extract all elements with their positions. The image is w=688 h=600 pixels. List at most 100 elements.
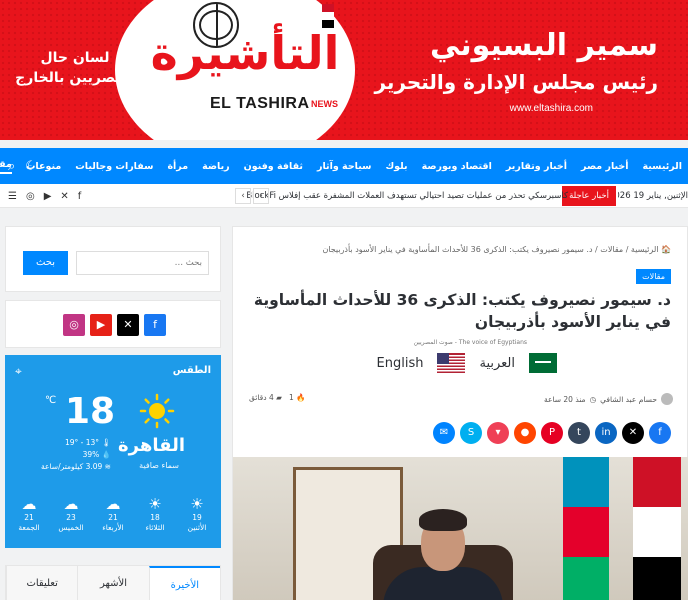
ticker-arrows: ‹ › (235, 188, 269, 204)
saudi-flag-icon[interactable] (529, 353, 557, 373)
avatar[interactable] (661, 393, 673, 405)
search-input[interactable] (76, 251, 209, 275)
facebook-icon[interactable]: f (78, 191, 82, 202)
nav-item[interactable]: الرئيسية (643, 161, 682, 172)
website-url: www.eltashira.com (509, 103, 593, 114)
temperature-range: 🌡 13° - 19° (64, 438, 111, 447)
egypt-flag-icon (322, 4, 334, 28)
post-time: منذ 20 ساعة (543, 394, 586, 404)
current-temperature: 18 (65, 391, 116, 432)
x-icon[interactable]: ✕ (60, 191, 68, 202)
tagline-line-2: المصريين بالخارج (15, 70, 135, 86)
tumblr-share-icon[interactable]: t (568, 422, 590, 444)
ticker-next-icon[interactable]: › (253, 188, 269, 204)
weather-forecast: ☀ 19 الأثنين ☀ 18 الثلاثاء ☁ 21 الأربعاء ☁ 23 الخمي… (11, 495, 215, 533)
nav-item[interactable]: مرأة (167, 161, 188, 172)
chairman-role: رئيس مجلس الإدارة والتحرير (374, 70, 658, 94)
location-icon[interactable]: ⌖ (15, 364, 22, 379)
humidity: 💧 39% (82, 450, 111, 459)
forecast-day: ☀ 19 الأثنين (179, 495, 215, 533)
header-banner[interactable]: التأشيرة EL TASHIRA NEWS لسان حال المصري… (0, 0, 688, 140)
nav-item[interactable]: سفارات وجاليات (75, 161, 153, 172)
search-icon[interactable]: ⌕ (8, 159, 15, 174)
forecast-temp: 19 (192, 513, 202, 522)
nav-menu: الرئيسية أخبار مصر أخبار وتقارير اقتصاد وبو… (0, 148, 682, 184)
breaking-news-headline[interactable]: كاسبرسكي تحذر من عمليات تصيد احتيالي تست… (246, 184, 568, 208)
nav-item[interactable]: اقتصاد وبورصة (422, 161, 492, 172)
nav-item[interactable]: ثقافة وفنون (244, 161, 303, 172)
author-info: حسام عبد الشافي ◷ منذ 20 ساعة (544, 393, 673, 405)
dark-mode-icon[interactable]: ☾ (25, 159, 37, 174)
voice-tagline: صوت المصريين - The voice of Egyptians (413, 339, 527, 346)
forecast-day-name: الجمعة (18, 523, 40, 532)
x-icon[interactable]: ✕ (117, 314, 139, 336)
forecast-weather-icon: ☀ (148, 495, 162, 513)
skype-share-icon[interactable]: S (460, 422, 482, 444)
forecast-weather-icon: ☁ (63, 495, 79, 513)
arabic-language-link[interactable]: العربية (479, 356, 515, 371)
breadcrumb: 🏠 الرئيسية / مقالات / د. سيمور نصيروف يك… (322, 245, 671, 254)
temperature-unit: ℃ (45, 395, 57, 406)
facebook-share-icon[interactable]: f (649, 422, 671, 444)
site-logo-news: NEWS (311, 99, 338, 109)
facebook-icon[interactable]: f (144, 314, 166, 336)
social-widget: ◎ ▶ ✕ f (5, 300, 221, 348)
forecast-day: ☁ 23 الخميس (53, 495, 89, 533)
nav-item[interactable]: أخبار وتقارير (506, 161, 567, 172)
weather-details: 🌡 13° - 19° 💧 39% ≋ 3.09 كيلومتر/ساعة (41, 437, 111, 473)
tab-2[interactable]: تعليقات (6, 566, 78, 600)
us-flag-icon[interactable] (437, 353, 466, 373)
instagram-icon[interactable]: ◎ (63, 314, 85, 336)
search-button[interactable]: بحث (23, 251, 68, 275)
current-date: الإثنين, يناير 19 2026 (618, 191, 688, 201)
forecast-temp: 23 (66, 513, 76, 522)
x-share-icon[interactable]: ✕ (622, 422, 644, 444)
top-social-links: ☰ ◎ ▶ ✕ f (8, 184, 81, 208)
nav-item[interactable]: رياضة (202, 161, 230, 172)
site-logo-arabic[interactable]: التأشيرة (150, 30, 340, 76)
category-badge[interactable]: مقالات (636, 269, 671, 284)
article-container: 🏠 الرئيسية / مقالات / د. سيمور نصيروف يك… (232, 226, 688, 600)
ticker-prev-icon[interactable]: ‹ (235, 188, 251, 204)
image-person-hair (419, 509, 467, 531)
nav-item[interactable]: أخبار مصر (581, 161, 628, 172)
forecast-weather-icon: ☀ (190, 495, 204, 513)
linkedin-share-icon[interactable]: in (595, 422, 617, 444)
english-language-link[interactable]: English (377, 356, 424, 371)
menu-icon[interactable]: ☰ (8, 191, 17, 202)
reddit-share-icon[interactable]: ● (514, 422, 536, 444)
breaking-news-badge: أخبار عاجلة (562, 186, 616, 206)
fire-icon: 🔥 (296, 393, 306, 402)
messenger-share-icon[interactable]: ✉ (433, 422, 455, 444)
forecast-day: ☁ 21 الجمعة (11, 495, 47, 533)
author-name[interactable]: حسام عبد الشافي (600, 395, 657, 404)
chairman-name: سمير البسيوني (430, 28, 658, 63)
share-buttons: f ✕ in t P ● ▾ S ✉ (433, 422, 671, 444)
posts-tabs: الأخيرة الأشهر تعليقات (5, 565, 221, 600)
forecast-temp: 21 (108, 513, 118, 522)
weather-description: سماء صافية (139, 461, 179, 470)
article-stats: 🔥 1 ▰ 4 دقائق (249, 393, 306, 402)
azerbaijan-flag-icon (563, 457, 609, 600)
pocket-share-icon[interactable]: ▾ (487, 422, 509, 444)
banner-tagline: لسان حال المصريين بالخارج (0, 48, 150, 88)
views-count: 1 (289, 393, 294, 402)
weather-city: القاهرة (118, 435, 185, 456)
youtube-icon[interactable]: ▶ (90, 314, 112, 336)
tagline-line-1: لسان حال (40, 50, 110, 66)
tab-0[interactable]: الأخيرة (148, 566, 220, 600)
forecast-temp: 18 (150, 513, 160, 522)
instagram-icon[interactable]: ◎ (26, 191, 35, 202)
language-switcher: العربية English (377, 353, 557, 373)
youtube-icon[interactable]: ▶ (44, 191, 52, 202)
nav-item[interactable]: بلوك (385, 161, 407, 172)
forecast-day-name: الأثنين (187, 523, 207, 532)
pinterest-share-icon[interactable]: P (541, 422, 563, 444)
forecast-temp: 21 (24, 513, 34, 522)
nav-item[interactable]: سياحة وآثار (317, 161, 371, 172)
tab-1[interactable]: الأشهر (77, 566, 149, 600)
sun-icon (139, 393, 175, 429)
forecast-weather-icon: ☁ (105, 495, 121, 513)
forecast-day-name: الخميس (58, 523, 84, 532)
forecast-day: ☁ 21 الأربعاء (95, 495, 131, 533)
